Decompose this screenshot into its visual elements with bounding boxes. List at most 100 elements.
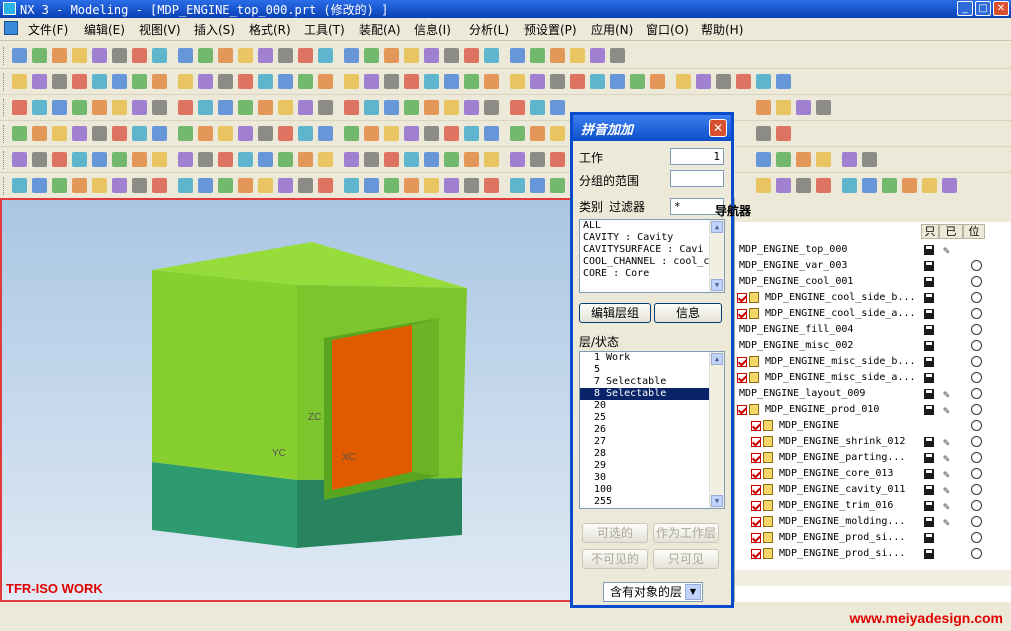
toolbar-tool-icon[interactable] [178, 100, 193, 115]
position-radio-icon[interactable] [971, 436, 982, 447]
navigator-row[interactable]: MDP_ENGINE_molding... ✎ [735, 514, 1011, 530]
toolbar-tool-icon[interactable] [258, 178, 273, 193]
toolbar-tool-icon[interactable] [484, 100, 499, 115]
toolbar-tool-icon[interactable] [12, 100, 27, 115]
toolbar-tool-icon[interactable] [318, 152, 333, 167]
toolbar-tool-icon[interactable] [716, 74, 731, 89]
toolbar-tool-icon[interactable] [178, 152, 193, 167]
toolbar-tool-icon[interactable] [550, 178, 565, 193]
info-button[interactable]: 信息 [654, 303, 722, 323]
toolbar-tool-icon[interactable] [344, 48, 359, 63]
toolbar-tool-icon[interactable] [862, 152, 877, 167]
toolbar-tool-icon[interactable] [298, 152, 313, 167]
toolbar-tool-icon[interactable] [52, 152, 67, 167]
toolbar-tool-icon[interactable] [132, 100, 147, 115]
position-radio-icon[interactable] [971, 308, 982, 319]
layer-item[interactable]: 30 [580, 472, 724, 484]
close-button[interactable]: ✕ [993, 1, 1009, 16]
toolbar-tool-icon[interactable] [92, 74, 107, 89]
column-readonly[interactable]: 只 [921, 224, 939, 239]
toolbar-tool-icon[interactable] [404, 126, 419, 141]
dialog-close-button[interactable]: ✕ [709, 119, 727, 137]
toolbar-tool-icon[interactable] [152, 126, 167, 141]
toolbar-tool-icon[interactable] [590, 74, 605, 89]
component-checkbox[interactable] [751, 501, 761, 511]
toolbar-tool-icon[interactable] [444, 152, 459, 167]
graphics-viewport[interactable]: ZC YC XC TFR-ISO WORK [0, 198, 574, 602]
toolbar-tool-icon[interactable] [484, 152, 499, 167]
toolbar-tool-icon[interactable] [238, 178, 253, 193]
toolbar-tool-icon[interactable] [816, 178, 831, 193]
toolbar-tool-icon[interactable] [112, 152, 127, 167]
make-work-button[interactable]: 作为工作层 [653, 523, 719, 543]
toolbar-tool-icon[interactable] [12, 48, 27, 63]
category-item[interactable]: ALL [580, 220, 724, 232]
toolbar-tool-icon[interactable] [92, 100, 107, 115]
toolbar-tool-icon[interactable] [776, 74, 791, 89]
toolbar-tool-icon[interactable] [258, 74, 273, 89]
toolbar-tool-icon[interactable] [862, 178, 877, 193]
toolbar-tool-icon[interactable] [776, 100, 791, 115]
toolbar-tool-icon[interactable] [464, 74, 479, 89]
toolbar-tool-icon[interactable] [424, 48, 439, 63]
toolbar-tool-icon[interactable] [52, 48, 67, 63]
navigator-row[interactable]: MDP_ENGINE_cavity_011 ✎ [735, 482, 1011, 498]
navigator-row[interactable]: MDP_ENGINE_trim_016 ✎ [735, 498, 1011, 514]
toolbar-tool-icon[interactable] [510, 100, 525, 115]
toolbar-tool-icon[interactable] [484, 48, 499, 63]
layer-item[interactable]: 100 [580, 484, 724, 496]
toolbar-tool-icon[interactable] [404, 74, 419, 89]
navigator-row[interactable]: MDP_ENGINE_var_003 [735, 258, 1011, 274]
navigator-row[interactable]: MDP_ENGINE_cool_001 [735, 274, 1011, 290]
toolbar-tool-icon[interactable] [464, 100, 479, 115]
toolbar-tool-icon[interactable] [198, 100, 213, 115]
toolbar-tool-icon[interactable] [484, 74, 499, 89]
toolbar-tool-icon[interactable] [198, 126, 213, 141]
toolbar-tool-icon[interactable] [384, 74, 399, 89]
position-radio-icon[interactable] [971, 372, 982, 383]
toolbar-tool-icon[interactable] [278, 152, 293, 167]
toolbar-tool-icon[interactable] [796, 178, 811, 193]
component-checkbox[interactable] [751, 485, 761, 495]
navigator-row[interactable]: MDP_ENGINE_cool_side_a... [735, 306, 1011, 322]
component-checkbox[interactable] [751, 533, 761, 543]
toolbar-tool-icon[interactable] [530, 100, 545, 115]
toolbar-tool-icon[interactable] [238, 126, 253, 141]
toolbar-tool-icon[interactable] [404, 178, 419, 193]
category-item[interactable]: CORE : Core [580, 268, 724, 280]
menu-edit[interactable]: 编辑(E) [84, 21, 125, 38]
menu-assemblies[interactable]: 装配(A) [359, 21, 401, 38]
toolbar-tool-icon[interactable] [550, 48, 565, 63]
toolbar-tool-icon[interactable] [238, 100, 253, 115]
layer-item[interactable]: 26 [580, 424, 724, 436]
toolbar-tool-icon[interactable] [52, 74, 67, 89]
toolbar-tool-icon[interactable] [218, 100, 233, 115]
toolbar-tool-icon[interactable] [530, 126, 545, 141]
toolbar-tool-icon[interactable] [198, 74, 213, 89]
layer-item[interactable]: 5 [580, 364, 724, 376]
toolbar-tool-icon[interactable] [298, 178, 313, 193]
category-item[interactable]: CAVITYSURFACE : Cavi [580, 244, 724, 256]
toolbar-tool-icon[interactable] [736, 74, 751, 89]
toolbar-tool-icon[interactable] [198, 152, 213, 167]
toolbar-tool-icon[interactable] [344, 100, 359, 115]
toolbar-tool-icon[interactable] [178, 126, 193, 141]
component-checkbox[interactable] [737, 357, 747, 367]
toolbar-tool-icon[interactable] [630, 74, 645, 89]
toolbar-tool-icon[interactable] [132, 152, 147, 167]
toolbar-tool-icon[interactable] [610, 48, 625, 63]
toolbar-tool-icon[interactable] [12, 126, 27, 141]
toolbar-tool-icon[interactable] [776, 178, 791, 193]
toolbar-tool-icon[interactable] [550, 126, 565, 141]
toolbar-tool-icon[interactable] [32, 48, 47, 63]
toolbar-tool-icon[interactable] [570, 74, 585, 89]
toolbar-tool-icon[interactable] [756, 178, 771, 193]
maximize-button[interactable]: □ [975, 1, 991, 16]
toolbar-tool-icon[interactable] [464, 152, 479, 167]
toolbar-tool-icon[interactable] [298, 100, 313, 115]
toolbar-tool-icon[interactable] [258, 48, 273, 63]
toolbar-tool-icon[interactable] [112, 100, 127, 115]
toolbar-tool-icon[interactable] [92, 126, 107, 141]
toolbar-tool-icon[interactable] [902, 178, 917, 193]
menu-insert[interactable]: 插入(S) [194, 21, 235, 38]
